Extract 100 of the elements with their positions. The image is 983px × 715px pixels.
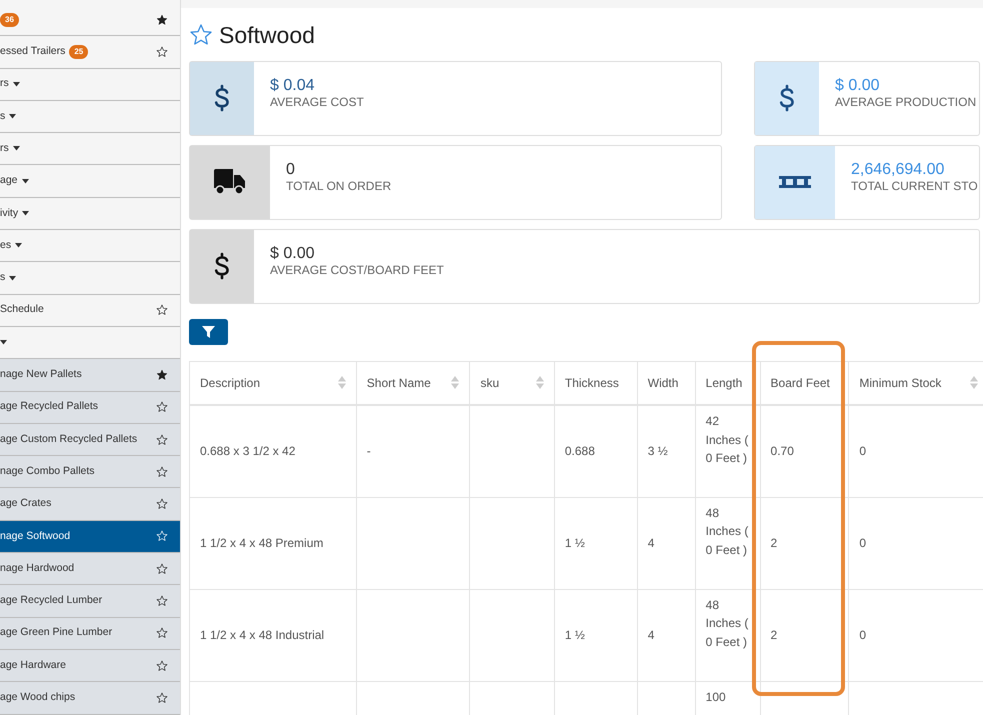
sidebar-subitem[interactable]: nage New Pallets bbox=[0, 359, 180, 392]
sidebar-label: age Recycled Lumber bbox=[0, 593, 102, 608]
table-cell-text: 2 bbox=[770, 536, 778, 550]
table-cell-text: 2 bbox=[770, 628, 778, 642]
star-outline-icon[interactable] bbox=[189, 23, 213, 48]
table-cell-text: 0.70 bbox=[770, 444, 794, 458]
stat-label: TOTAL CURRENT STO bbox=[851, 178, 978, 194]
column-header[interactable]: Length bbox=[695, 361, 760, 405]
sidebar-subitem[interactable]: nage Combo Pallets bbox=[0, 456, 180, 488]
table-cell-text: 0.688 bbox=[564, 444, 595, 458]
star-outline-icon[interactable] bbox=[156, 304, 168, 316]
count-badge: 25 bbox=[69, 44, 88, 59]
truck-icon bbox=[214, 169, 246, 195]
table-cell-text: 1 1/2 x 4 x 48 Premium bbox=[200, 536, 324, 550]
sidebar-item[interactable]: ivity bbox=[0, 198, 180, 230]
column-header[interactable]: Board Feet bbox=[760, 361, 849, 405]
table-cell-text: 4 bbox=[648, 536, 654, 550]
caret-icon bbox=[12, 146, 20, 152]
table-cell-text: 1 ½ bbox=[564, 536, 585, 550]
table-cell-text: 0 bbox=[859, 628, 866, 642]
caret-icon bbox=[0, 340, 7, 346]
sort-icon bbox=[451, 376, 460, 390]
sidebar-item[interactable]: s bbox=[0, 100, 180, 134]
sidebar-label: s bbox=[0, 270, 6, 286]
filter-button[interactable] bbox=[189, 318, 228, 344]
sidebar-subitem[interactable]: age Wood chips bbox=[0, 682, 180, 715]
sort-icon bbox=[338, 376, 346, 390]
sidebar-subitem[interactable]: age Green Pine Lumber bbox=[0, 618, 180, 650]
sidebar-label: rs bbox=[0, 140, 9, 156]
star-outline-icon[interactable] bbox=[156, 46, 168, 58]
sort-icon bbox=[970, 376, 978, 390]
star-outline-icon[interactable] bbox=[156, 627, 168, 640]
dollar-icon bbox=[214, 252, 230, 280]
column-header[interactable]: Short Name bbox=[356, 361, 470, 405]
star-outline-icon[interactable] bbox=[156, 594, 168, 607]
table-cell-text: 48 Inches ( 0 Feet ) bbox=[706, 598, 748, 649]
table-cell-text: 0 bbox=[859, 536, 866, 550]
sidebar-item[interactable]: essed Trailers 25 bbox=[0, 36, 180, 69]
sidebar-label: nage Hardwood bbox=[0, 560, 74, 576]
sidebar-label: nage Softwood bbox=[0, 528, 70, 544]
star-outline-icon[interactable] bbox=[156, 660, 168, 672]
sidebar-item[interactable]: Schedule bbox=[0, 294, 180, 327]
table-cell-text: 42 Inches ( 0 Feet ) bbox=[706, 414, 748, 466]
sidebar-label: nage New Pallets bbox=[0, 367, 82, 382]
sidebar-label: ivity bbox=[0, 206, 18, 221]
column-header[interactable]: Thickness bbox=[554, 361, 638, 405]
caret-icon bbox=[9, 276, 16, 281]
table-cell-text: 1 1/2 x 4 x 48 Industrial bbox=[200, 628, 324, 642]
filter-icon bbox=[202, 326, 215, 338]
sidebar-item[interactable]: rs bbox=[0, 133, 180, 166]
stat-value: 0 bbox=[286, 160, 296, 179]
table-cell-text: 3 ½ bbox=[648, 444, 668, 458]
sidebar-subitem[interactable]: age Crates bbox=[0, 488, 180, 521]
column-header[interactable]: sku bbox=[470, 361, 554, 405]
star-outline-icon[interactable] bbox=[156, 498, 168, 510]
sidebar-label: nage Combo Pallets bbox=[0, 464, 95, 479]
sidebar-item[interactable]: rs bbox=[0, 68, 180, 101]
sidebar-item[interactable]: es bbox=[0, 230, 180, 262]
sidebar-label: essed Trailers bbox=[0, 44, 66, 60]
sort-icon bbox=[536, 376, 544, 390]
sidebar-label: age Crates bbox=[0, 496, 52, 512]
caret-icon bbox=[22, 210, 30, 216]
caret-icon bbox=[15, 243, 22, 248]
column-header[interactable]: Width bbox=[637, 361, 696, 405]
column-header[interactable]: Description bbox=[190, 361, 356, 405]
sidebar-subitem[interactable]: age Custom Recycled Pallets bbox=[0, 424, 180, 456]
pallet-icon bbox=[779, 176, 811, 188]
star-outline-icon[interactable] bbox=[156, 466, 168, 478]
sidebar-item[interactable]: s bbox=[0, 262, 180, 295]
star-outline-icon[interactable] bbox=[156, 434, 168, 446]
sidebar-label: age Green Pine Lumber bbox=[0, 625, 112, 640]
star-outline-icon[interactable] bbox=[156, 401, 168, 414]
caret-icon bbox=[22, 178, 29, 184]
stat-label: AVERAGE COST/BOARD FEET bbox=[270, 262, 444, 278]
stat-value: $ 0.00 bbox=[270, 244, 316, 263]
sidebar-subitem[interactable]: nage Hardwood bbox=[0, 553, 180, 586]
sidebar-item[interactable]: age bbox=[0, 165, 180, 198]
page-title: Softwood bbox=[219, 21, 315, 50]
filled-star-icon[interactable] bbox=[156, 368, 168, 381]
stat-value: 2,646,694.00 bbox=[851, 160, 946, 179]
sidebar-label: age Hardware bbox=[0, 658, 66, 673]
caret-icon bbox=[9, 114, 16, 120]
sidebar-label: es bbox=[0, 238, 12, 253]
stat-label: TOTAL ON ORDER bbox=[286, 178, 392, 194]
sidebar-subitem[interactable]: age Hardware bbox=[0, 650, 180, 682]
column-header[interactable]: Minimum Stock bbox=[848, 361, 983, 405]
table-cell-text: - bbox=[366, 444, 371, 458]
sidebar-subitem[interactable]: nage Softwood bbox=[0, 520, 180, 554]
filled-star-icon[interactable] bbox=[156, 14, 168, 26]
sidebar-label: age Recycled Pallets bbox=[0, 399, 98, 414]
sidebar-label: age bbox=[0, 173, 18, 188]
sidebar-subitem[interactable]: age Recycled Pallets bbox=[0, 392, 180, 424]
stat-value: $ 0.04 bbox=[270, 76, 316, 95]
dollar-icon bbox=[214, 84, 230, 112]
star-outline-icon[interactable] bbox=[156, 562, 168, 575]
stat-value: $ 0.00 bbox=[835, 76, 880, 95]
table-cell-text: 0.688 x 3 1/2 x 42 bbox=[200, 444, 296, 458]
star-outline-icon[interactable] bbox=[156, 692, 168, 704]
dollar-icon bbox=[779, 84, 795, 112]
sidebar-subitem[interactable]: age Recycled Lumber bbox=[0, 585, 180, 618]
